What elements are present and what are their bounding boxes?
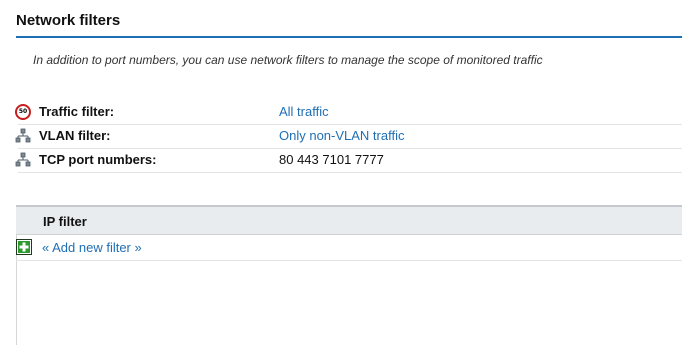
speed-limit-icon-text: 50: [15, 104, 31, 120]
section-header: Network filters: [16, 10, 682, 38]
section-title: Network filters: [16, 12, 121, 29]
ip-filter-column-header: IP filter: [43, 214, 87, 229]
traffic-filter-label: Traffic filter:: [39, 104, 115, 119]
add-icon[interactable]: [16, 239, 32, 255]
row-divider: [18, 172, 682, 173]
ip-filter-table-header: IP filter: [16, 205, 682, 235]
add-new-filter-link[interactable]: « Add new filter »: [42, 240, 142, 255]
vlan-filter-value-link[interactable]: Only non-VLAN traffic: [279, 128, 404, 143]
section-description: In addition to port numbers, you can use…: [33, 53, 543, 67]
speed-limit-icon: 50: [15, 104, 31, 120]
traffic-filter-value-link[interactable]: All traffic: [279, 104, 329, 119]
add-filter-row: « Add new filter »: [16, 235, 682, 261]
tcp-ports-label: TCP port numbers:: [39, 152, 157, 167]
tcp-ports-value: 80 443 7101 7777: [279, 152, 384, 167]
vlan-filter-row: VLAN filter: Only non-VLAN traffic: [0, 124, 682, 148]
network-icon: [15, 152, 31, 168]
vlan-filter-label: VLAN filter:: [39, 128, 111, 143]
tcp-ports-row: TCP port numbers: 80 443 7101 7777: [0, 148, 682, 172]
network-icon: [15, 128, 31, 144]
traffic-filter-row: 50 Traffic filter: All traffic: [0, 100, 682, 124]
